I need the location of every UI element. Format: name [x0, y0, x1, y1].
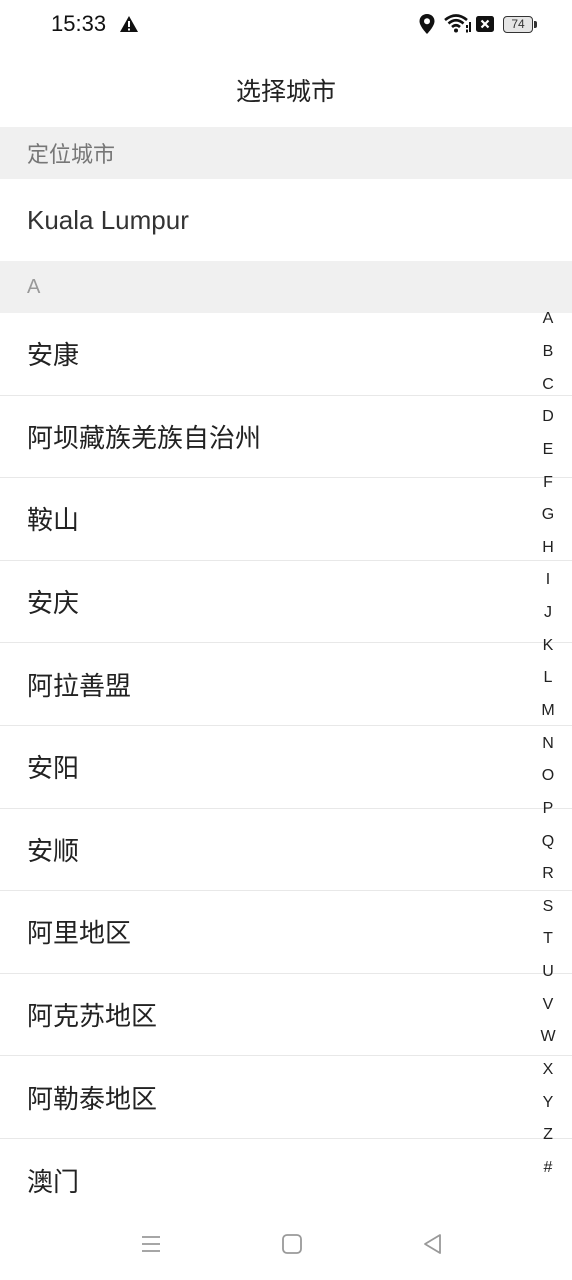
- located-section-header-label: 定位城市: [27, 143, 116, 168]
- section-header-a-label: A: [27, 275, 41, 298]
- wifi-icon: [444, 14, 471, 33]
- city-list: 安康 阿坝藏族羌族自治州 鞍山 安庆 阿拉善盟 安阳 安顺 阿里地区 阿克苏地区…: [0, 313, 572, 1222]
- menu-icon[interactable]: [139, 1232, 163, 1256]
- index-letter-j[interactable]: J: [532, 597, 564, 630]
- city-label: 阿拉善盟: [27, 671, 132, 702]
- index-letter-t[interactable]: T: [532, 923, 564, 956]
- located-city-label: Kuala Lumpur: [27, 204, 189, 235]
- city-label: 鞍山: [27, 506, 80, 537]
- warning-icon: [120, 16, 138, 32]
- index-letter-i[interactable]: I: [532, 564, 564, 597]
- section-header-a: A: [0, 261, 572, 313]
- index-letter-z[interactable]: Z: [532, 1119, 564, 1152]
- index-letter-u[interactable]: U: [532, 956, 564, 989]
- index-letter-q[interactable]: Q: [532, 825, 564, 858]
- city-item[interactable]: 安康: [0, 313, 572, 396]
- index-letter-l[interactable]: L: [532, 662, 564, 695]
- index-letter-w[interactable]: W: [532, 1021, 564, 1054]
- index-letter-hash[interactable]: #: [532, 1152, 564, 1185]
- sim-blocked-icon: [476, 16, 494, 32]
- index-letter-e[interactable]: E: [532, 434, 564, 467]
- status-time: 15:33: [51, 11, 107, 36]
- index-letter-c[interactable]: C: [532, 368, 564, 401]
- index-letter-b[interactable]: B: [532, 336, 564, 369]
- city-label: 阿克苏地区: [27, 1002, 158, 1033]
- city-item[interactable]: 阿坝藏族羌族自治州: [0, 396, 572, 479]
- index-letter-y[interactable]: Y: [532, 1086, 564, 1119]
- city-item[interactable]: 安阳: [0, 726, 572, 809]
- index-letter-m[interactable]: M: [532, 695, 564, 728]
- battery-level: 74: [511, 17, 525, 31]
- city-item[interactable]: 阿里地区: [0, 891, 572, 974]
- index-letter-f[interactable]: F: [532, 466, 564, 499]
- location-icon: [419, 14, 435, 34]
- city-label: 安顺: [27, 836, 80, 867]
- index-letter-v[interactable]: V: [532, 988, 564, 1021]
- index-letter-a[interactable]: A: [532, 303, 564, 336]
- index-letter-x[interactable]: X: [532, 1054, 564, 1087]
- located-city-item[interactable]: Kuala Lumpur: [0, 179, 572, 261]
- index-letter-k[interactable]: K: [532, 629, 564, 662]
- index-letter-r[interactable]: R: [532, 858, 564, 891]
- home-icon[interactable]: [281, 1233, 303, 1255]
- index-letter-g[interactable]: G: [532, 499, 564, 532]
- battery-tip: [534, 21, 537, 28]
- index-letter-o[interactable]: O: [532, 760, 564, 793]
- city-item[interactable]: 阿拉善盟: [0, 643, 572, 726]
- city-label: 安庆: [27, 589, 80, 620]
- index-letter-d[interactable]: D: [532, 401, 564, 434]
- city-label: 安阳: [27, 754, 80, 785]
- index-letter-n[interactable]: N: [532, 727, 564, 760]
- back-icon[interactable]: [421, 1232, 445, 1256]
- alphabet-index-bar[interactable]: A B C D E F G H I J K L M N O P Q R S T …: [532, 303, 564, 1184]
- page-title: 选择城市: [235, 76, 336, 106]
- system-nav-bar: [0, 1210, 572, 1280]
- index-letter-h[interactable]: H: [532, 531, 564, 564]
- located-section-header: 定位城市: [0, 127, 572, 179]
- status-bar: 15:33 74: [0, 0, 572, 52]
- city-item[interactable]: 阿克苏地区: [0, 974, 572, 1057]
- city-item[interactable]: 阿勒泰地区: [0, 1056, 572, 1139]
- title-bar: 选择城市: [0, 52, 572, 127]
- city-label: 阿里地区: [27, 919, 132, 950]
- battery-icon: 74: [503, 16, 533, 33]
- index-letter-s[interactable]: S: [532, 891, 564, 924]
- city-item[interactable]: 安庆: [0, 561, 572, 644]
- city-label: 阿勒泰地区: [27, 1084, 158, 1115]
- city-item[interactable]: 鞍山: [0, 478, 572, 561]
- city-label: 阿坝藏族羌族自治州: [27, 423, 262, 454]
- city-label: 澳门: [27, 1167, 80, 1198]
- city-label: 安康: [27, 341, 80, 372]
- index-letter-p[interactable]: P: [532, 793, 564, 826]
- city-item[interactable]: 安顺: [0, 809, 572, 892]
